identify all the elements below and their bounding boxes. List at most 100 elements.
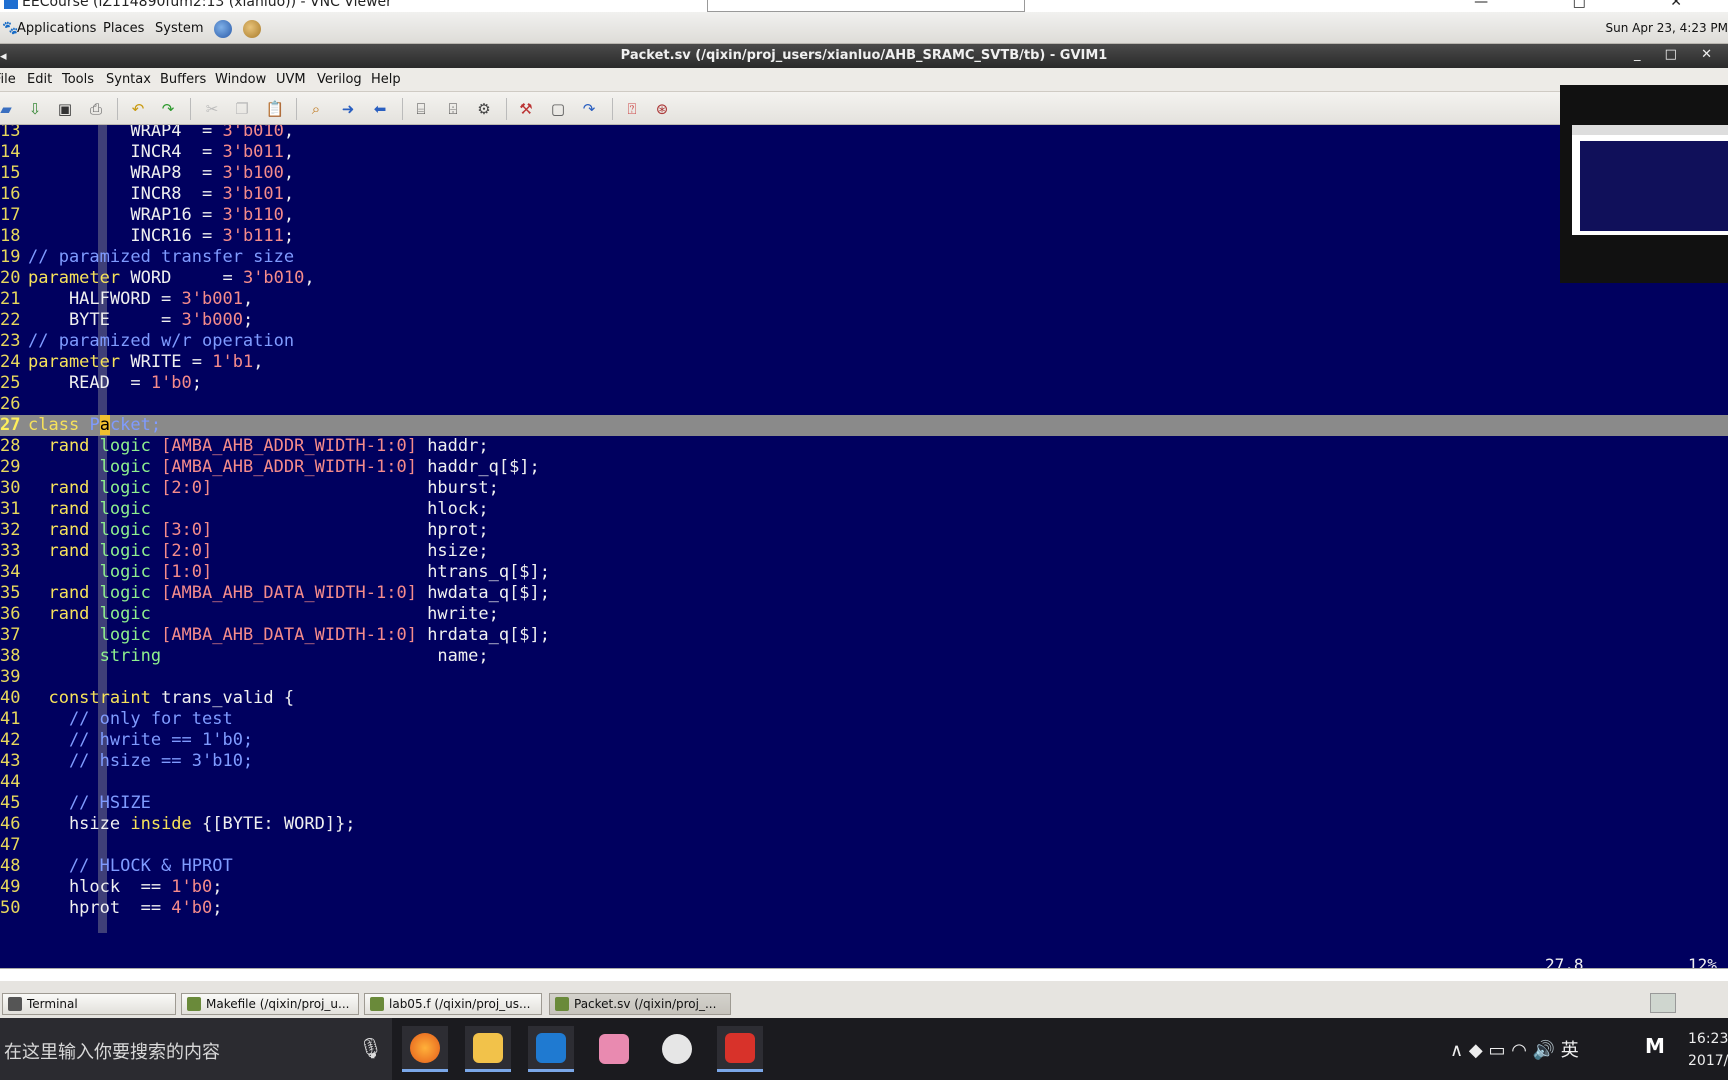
- code-line[interactable]: 28 rand logic [AMBA_AHB_ADDR_WIDTH-1:0] …: [0, 436, 1728, 457]
- menu-edit[interactable]: Edit: [27, 72, 52, 87]
- code-line[interactable]: 18 INCR16 = 3'b111;: [0, 226, 1728, 247]
- editor-buffer[interactable]: 13 WRAP4 = 3'b010, 14 INCR4 = 3'b011, 15 W…: [0, 125, 1728, 968]
- file-explorer-app[interactable]: [465, 1026, 511, 1072]
- ime-indicator[interactable]: M: [1645, 1034, 1665, 1058]
- gvim-window-controls[interactable]: _ □ ✕: [1634, 47, 1722, 62]
- places-menu[interactable]: Places: [103, 21, 144, 36]
- toolbar-separator: [117, 98, 118, 120]
- tag-jump-icon[interactable]: ↷: [579, 99, 599, 119]
- code-line[interactable]: 24 parameter WRITE = 1'b1,: [0, 352, 1728, 373]
- code-line[interactable]: 29 logic [AMBA_AHB_ADDR_WIDTH-1:0] haddr…: [0, 457, 1728, 478]
- cut-icon[interactable]: ✂: [202, 99, 222, 119]
- code-line[interactable]: 20 parameter WORD = 3'b010,: [0, 268, 1728, 289]
- code-line[interactable]: 25 READ = 1'b0;: [0, 373, 1728, 394]
- windows-clock[interactable]: 16:23 2017/4/23: [1688, 1028, 1728, 1072]
- code-token: ;: [191, 373, 203, 393]
- code-line[interactable]: 42 // hwrite == 1'b0;: [0, 730, 1728, 751]
- load-session-icon[interactable]: ⌸: [411, 99, 431, 119]
- task-terminal[interactable]: Terminal: [2, 993, 176, 1015]
- menu-help[interactable]: Help: [371, 72, 401, 87]
- code-line[interactable]: 14 INCR4 = 3'b011,: [0, 142, 1728, 163]
- code-line[interactable]: 34 logic [1:0] htrans_q[$];: [0, 562, 1728, 583]
- help-icon[interactable]: ⍰: [622, 99, 642, 119]
- open-icon[interactable]: ▰: [0, 99, 16, 119]
- code-line[interactable]: 31 rand logic hlock;: [0, 499, 1728, 520]
- web-browser-icon[interactable]: [214, 20, 232, 38]
- save-session-icon[interactable]: ⌹: [443, 99, 463, 119]
- firefox-app[interactable]: [402, 1026, 448, 1072]
- code-token: 1'b0: [150, 373, 192, 393]
- cursor-line[interactable]: 27 class Packet;: [0, 415, 1728, 436]
- task-lab05[interactable]: lab05.f (/qixin/proj_us...: [364, 993, 542, 1015]
- code-line[interactable]: 38 string name;: [0, 646, 1728, 667]
- panel-clock[interactable]: Sun Apr 23, 4:23 PM: [1606, 21, 1728, 35]
- menu-file[interactable]: File: [0, 72, 16, 87]
- menu-window[interactable]: Window: [215, 72, 266, 87]
- shell-icon[interactable]: ▢: [548, 99, 568, 119]
- chat-app[interactable]: [654, 1026, 700, 1072]
- code-line[interactable]: 36 rand logic hwrite;: [0, 604, 1728, 625]
- code-line[interactable]: 22 BYTE = 3'b000;: [0, 310, 1728, 331]
- paste-icon[interactable]: 📋: [265, 99, 285, 119]
- vnc-window-controls[interactable]: — □ ✕: [1474, 0, 1722, 10]
- menu-tools[interactable]: Tools: [62, 72, 94, 87]
- code-line[interactable]: 45 // HSIZE: [0, 793, 1728, 814]
- redo-icon[interactable]: ↷: [158, 99, 178, 119]
- system-tray[interactable]: ∧ ◆ ▭ ◠ 🔊 英: [1450, 1036, 1579, 1062]
- code-line[interactable]: 23 // paramized w/r operation: [0, 331, 1728, 352]
- code-line[interactable]: 41 // only for test: [0, 709, 1728, 730]
- code-line[interactable]: 40 constraint trans_valid {: [0, 688, 1728, 709]
- system-menu[interactable]: System: [155, 21, 203, 36]
- code-line[interactable]: 13 WRAP4 = 3'b010,: [0, 125, 1728, 142]
- workspace-switcher[interactable]: [1650, 993, 1676, 1013]
- code-line[interactable]: 26: [0, 394, 1728, 415]
- code-line[interactable]: 46 hsize inside {[BYTE: WORD]};: [0, 814, 1728, 835]
- line-number: 18: [0, 226, 21, 246]
- task-makefile[interactable]: Makefile (/qixin/proj_u...: [181, 993, 359, 1015]
- code-line[interactable]: 39: [0, 667, 1728, 688]
- code-line[interactable]: 35 rand logic [AMBA_AHB_DATA_WIDTH-1:0] …: [0, 583, 1728, 604]
- copy-icon[interactable]: ❐: [232, 99, 252, 119]
- find-replace-icon[interactable]: ⌕: [306, 99, 326, 119]
- find-help-icon[interactable]: ⊛: [652, 99, 672, 119]
- code-line[interactable]: 33 rand logic [2:0] hsize;: [0, 541, 1728, 562]
- code-line[interactable]: 21 HALFWORD = 3'b001,: [0, 289, 1728, 310]
- code-line[interactable]: 47: [0, 835, 1728, 856]
- menu-syntax[interactable]: Syntax: [106, 72, 151, 87]
- code-line[interactable]: 30 rand logic [2:0] hburst;: [0, 478, 1728, 499]
- code-line[interactable]: 17 WRAP16 = 3'b110,: [0, 205, 1728, 226]
- code-line[interactable]: 32 rand logic [3:0] hprot;: [0, 520, 1728, 541]
- microphone-icon[interactable]: 🎙: [358, 1036, 383, 1060]
- code-line[interactable]: 49 hlock == 1'b0;: [0, 877, 1728, 898]
- code-line[interactable]: 37 logic [AMBA_AHB_DATA_WIDTH-1:0] hrdat…: [0, 625, 1728, 646]
- live-app[interactable]: [717, 1026, 763, 1072]
- code-token: hlock;: [150, 499, 489, 519]
- make-icon[interactable]: ⚒: [516, 99, 536, 119]
- forward-icon[interactable]: ➜: [338, 99, 358, 119]
- menu-verilog[interactable]: Verilog: [317, 72, 362, 87]
- code-line[interactable]: 19 // paramized transfer size: [0, 247, 1728, 268]
- menu-buffers[interactable]: Buffers: [160, 72, 206, 87]
- applications-icon[interactable]: 🐾: [2, 21, 18, 36]
- vnc-viewer-app[interactable]: [528, 1026, 574, 1072]
- applications-menu[interactable]: Applications: [17, 21, 96, 36]
- code-line[interactable]: 16 INCR8 = 3'b101,: [0, 184, 1728, 205]
- vnc-toolbar-box[interactable]: [707, 0, 1025, 12]
- undo-icon[interactable]: ↶: [128, 99, 148, 119]
- save-all-icon[interactable]: ▣: [55, 99, 75, 119]
- code-line[interactable]: 43 // hsize == 3'b10;: [0, 751, 1728, 772]
- mail-icon[interactable]: [243, 20, 261, 38]
- back-icon[interactable]: ⬅: [370, 99, 390, 119]
- print-icon[interactable]: ⎙: [86, 99, 106, 119]
- code-line[interactable]: 48 // HLOCK & HPROT: [0, 856, 1728, 877]
- menu-uvm[interactable]: UVM: [276, 72, 306, 87]
- code-line[interactable]: 44: [0, 772, 1728, 793]
- code-line[interactable]: 50 hprot == 4'b0;: [0, 898, 1728, 919]
- code-token: parameter: [28, 268, 121, 288]
- code-line[interactable]: 15 WRAP8 = 3'b100,: [0, 163, 1728, 184]
- run-script-icon[interactable]: ⚙: [474, 99, 494, 119]
- task-packet-sv[interactable]: Packet.sv (/qixin/proj_...: [549, 993, 731, 1015]
- windows-search-box[interactable]: 在这里输入你要搜索的内容 🎙: [0, 1018, 392, 1080]
- notes-app[interactable]: [591, 1026, 637, 1072]
- save-file-icon[interactable]: ⇩: [25, 99, 45, 119]
